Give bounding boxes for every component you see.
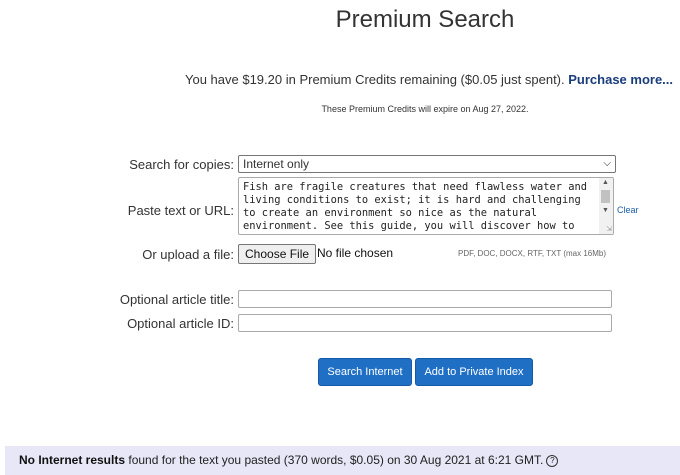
page-title: Premium Search xyxy=(335,6,515,33)
scroll-up-arrow-icon[interactable]: ▲ xyxy=(602,179,609,186)
search-for-select[interactable]: Internet only ⌵ xyxy=(238,155,616,173)
search-internet-button[interactable]: Search Internet xyxy=(318,358,412,386)
clear-link[interactable]: Clear xyxy=(617,205,639,215)
credits-expire-note: These Premium Credits will expire on Aug… xyxy=(321,104,529,114)
credits-message: You have $19.20 in Premium Credits remai… xyxy=(185,72,673,87)
chevron-down-icon: ⌵ xyxy=(603,158,611,169)
file-formats-note: PDF, DOC, DOCX, RTF, TXT (max 16Mb) xyxy=(458,249,607,258)
paste-text-content: Fish are fragile creatures that need fla… xyxy=(243,181,588,232)
search-for-label: Search for copies: xyxy=(129,157,234,172)
paste-text-area[interactable]: Fish are fragile creatures that need fla… xyxy=(238,177,614,235)
textarea-scrollbar[interactable]: ▲ ▼ ⇲ xyxy=(599,178,613,234)
article-title-label: Optional article title: xyxy=(119,292,234,307)
no-file-chosen-text: No file chosen xyxy=(317,246,394,260)
add-to-private-index-button[interactable]: Add to Private Index xyxy=(415,358,533,386)
upload-file-label: Or upload a file: xyxy=(142,247,234,262)
scroll-thumb[interactable] xyxy=(601,190,610,203)
question-circle-icon[interactable]: ? xyxy=(546,454,559,467)
result-banner-text: found for the text you pasted (370 words… xyxy=(125,453,544,467)
article-id-label: Optional article ID: xyxy=(127,316,234,331)
article-title-input[interactable] xyxy=(238,290,612,308)
resize-grip-icon[interactable]: ⇲ xyxy=(606,225,612,233)
choose-file-button[interactable]: Choose File xyxy=(238,244,317,264)
search-for-value: Internet only xyxy=(243,157,310,171)
purchase-more-link[interactable]: Purchase more... xyxy=(568,72,673,87)
scroll-down-arrow-icon[interactable]: ▼ xyxy=(602,207,609,214)
result-banner-bold: No Internet results xyxy=(19,453,126,467)
credits-text: You have $19.20 in Premium Credits remai… xyxy=(185,72,565,87)
article-id-input[interactable] xyxy=(238,314,612,332)
result-banner: No Internet results found for the text y… xyxy=(5,446,680,475)
paste-text-label: Paste text or URL: xyxy=(127,203,234,218)
